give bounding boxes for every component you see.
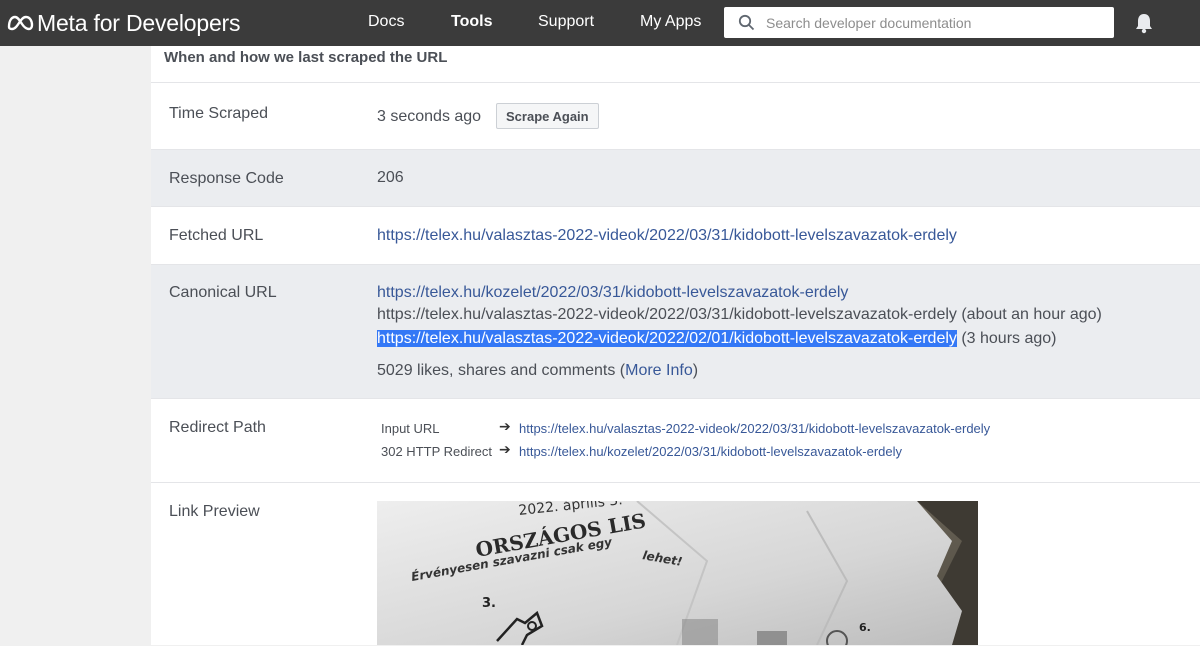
canonical-url-selected-text[interactable]: https://telex.hu/valasztas-2022-videok/2… [377,330,957,347]
label-canonical-url: Canonical URL [169,284,277,301]
value-time-scraped: 3 seconds ago [377,108,482,125]
redirect-input-url-link[interactable]: https://telex.hu/valasztas-2022-videok/2… [519,421,990,436]
nav-tools[interactable]: Tools [451,13,492,31]
more-info-link[interactable]: More Info [625,362,693,379]
label-redirect-path: Redirect Path [169,419,266,436]
redirect-step-label-302: 302 HTTP Redirect [381,444,493,459]
canonical-url-note-3: (3 hours ago) [956,330,1057,347]
debugger-panel: When and how we last scraped the URL Tim… [151,46,1200,645]
notification-bell-icon[interactable] [1133,12,1155,34]
fetched-url-link[interactable]: https://telex.hu/valasztas-2022-videok/2… [377,227,957,245]
label-time-scraped: Time Scraped [169,105,268,122]
canonical-url-line-2: https://telex.hu/valasztas-2022-videok/2… [377,306,1102,324]
arrow-right-icon: ➔ [499,441,511,457]
preview-number-3: 3. [482,596,496,611]
row-canonical-url: Canonical URL https://telex.hu/kozelet/2… [151,264,1200,399]
meta-logo[interactable]: Meta for Developers [6,9,240,37]
meta-infinity-icon [7,15,34,31]
section-title: When and how we last scraped the URL [164,49,448,66]
redirect-302-url-link[interactable]: https://telex.hu/kozelet/2022/03/31/kido… [519,444,902,459]
canonical-url-note-2: (about an hour ago) [956,306,1102,323]
nav-support[interactable]: Support [538,13,594,31]
engagement-suffix: ) [692,362,699,379]
nav-my-apps[interactable]: My Apps [640,13,701,31]
scrape-again-button[interactable]: Scrape Again [496,103,599,129]
engagement-line: 5029 likes, shares and comments (More In… [377,362,698,380]
canonical-url-link-1[interactable]: https://telex.hu/kozelet/2022/03/31/kido… [377,284,848,302]
engagement-count: 5029 likes, shares and comments ( [377,362,626,379]
label-fetched-url: Fetched URL [169,227,264,244]
label-link-preview: Link Preview [169,503,260,520]
canonical-url-text-2[interactable]: https://telex.hu/valasztas-2022-videok/2… [377,306,957,323]
link-preview-image[interactable]: 2022. április 3. ORSZÁGOS LIS Érvényesen… [377,501,978,645]
preview-number-6: 6. [859,621,871,634]
value-response-code: 206 [377,169,404,186]
redirect-step-label-input: Input URL [381,421,440,436]
row-time-scraped: Time Scraped 3 seconds ago Scrape Again [151,82,1200,149]
row-response-code: Response Code 206 [151,149,1200,207]
search-icon [738,14,755,31]
row-fetched-url: Fetched URL https://telex.hu/valasztas-2… [151,206,1200,265]
ballot-paper-photo: 2022. április 3. ORSZÁGOS LIS Érvényesen… [377,501,978,645]
top-nav: Meta for Developers Docs Tools Support M… [0,0,1200,46]
logo-text: Meta for Developers [37,9,241,36]
search-box [724,7,1114,38]
label-response-code: Response Code [169,170,284,187]
search-input[interactable] [766,7,1106,38]
canonical-url-line-3: https://telex.hu/valasztas-2022-videok/2… [377,330,1057,348]
arrow-right-icon: ➔ [499,418,511,434]
nav-docs[interactable]: Docs [368,13,404,31]
row-redirect-path: Redirect Path Input URL ➔ https://telex.… [151,398,1200,483]
